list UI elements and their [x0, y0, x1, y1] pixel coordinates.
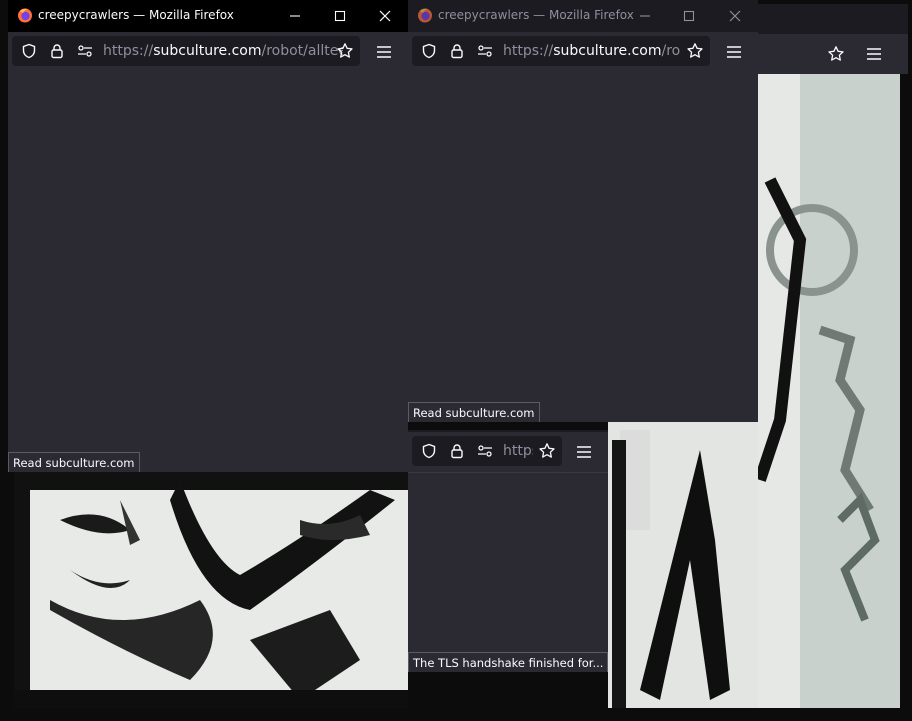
maximize-button[interactable]	[666, 0, 712, 32]
main-window-navbar: https://subculture.com/robot/allteens	[8, 32, 408, 73]
shield-icon[interactable]	[419, 441, 439, 461]
status-panel: Read subculture.com	[408, 402, 540, 422]
url-prefix: https://	[503, 43, 554, 59]
url-host: subculture.com	[153, 43, 262, 59]
firefox-logo-icon	[18, 8, 32, 23]
url-text[interactable]: https://subculture.com/robot/	[503, 43, 681, 59]
minimize-button[interactable]	[272, 0, 318, 32]
lock-icon[interactable]	[47, 41, 67, 61]
close-icon	[379, 10, 391, 22]
url-bar[interactable]: https:	[412, 436, 562, 466]
main-window-content[interactable]	[8, 72, 408, 472]
close-button[interactable]	[712, 0, 758, 32]
second-window-content[interactable]	[408, 72, 758, 422]
url-bar[interactable]: https://subculture.com/robot/	[412, 36, 710, 66]
shield-icon[interactable]	[19, 41, 39, 61]
window-title: creepycrawlers — Mozilla Firefox	[438, 8, 634, 22]
third-window-navbar: https:	[408, 432, 608, 473]
background-browser-window	[758, 4, 908, 74]
maximize-icon	[334, 10, 346, 22]
second-window-navbar: https://subculture.com/robot/	[408, 32, 758, 73]
maximize-button[interactable]	[317, 0, 363, 32]
lock-icon[interactable]	[447, 441, 467, 461]
bookmark-star-icon[interactable]	[685, 41, 705, 61]
bookmark-star-icon[interactable]	[335, 41, 355, 61]
second-browser-window: creepycrawlers — Mozilla Firefox https:/…	[408, 0, 758, 422]
url-path: /robot/allteens	[261, 43, 343, 59]
url-bar[interactable]: https://subculture.com/robot/allteens	[12, 36, 360, 66]
url-host: subculture.com	[553, 43, 662, 59]
hamburger-menu-icon[interactable]	[574, 442, 594, 462]
close-icon	[729, 10, 741, 22]
main-browser-window: creepycrawlers — Mozilla Firefox https:/…	[8, 0, 408, 472]
bookmark-star-icon[interactable]	[537, 441, 557, 461]
url-prefix: https:	[503, 443, 533, 459]
hamburger-menu-icon[interactable]	[374, 42, 394, 62]
status-panel: The TLS handshake finished for...	[408, 652, 608, 672]
url-text[interactable]: https:	[503, 443, 533, 459]
hamburger-menu-icon[interactable]	[864, 44, 884, 64]
main-window-titlebar[interactable]: creepycrawlers — Mozilla Firefox	[8, 0, 408, 32]
url-prefix: https://	[103, 43, 154, 59]
third-browser-window: https: The TLS handshake finished for...	[408, 430, 608, 672]
window-title: creepycrawlers — Mozilla Firefox	[38, 8, 234, 22]
permissions-icon[interactable]	[475, 41, 495, 61]
hamburger-menu-icon[interactable]	[724, 42, 744, 62]
close-button[interactable]	[362, 0, 408, 32]
url-path: /robot/	[661, 43, 681, 59]
bookmark-star-icon[interactable]	[826, 44, 846, 64]
minimize-icon	[290, 15, 300, 17]
url-text[interactable]: https://subculture.com/robot/allteens	[103, 43, 343, 59]
maximize-icon	[683, 10, 695, 22]
permissions-icon[interactable]	[475, 441, 495, 461]
third-window-content[interactable]	[408, 473, 608, 672]
lock-icon[interactable]	[447, 41, 467, 61]
minimize-icon	[640, 15, 650, 17]
minimize-button[interactable]	[622, 0, 668, 32]
background-window-navbar	[758, 34, 908, 74]
firefox-logo-icon	[418, 8, 432, 23]
permissions-icon[interactable]	[75, 41, 95, 61]
status-panel: Read subculture.com	[8, 452, 140, 472]
second-window-titlebar[interactable]: creepycrawlers — Mozilla Firefox	[408, 0, 758, 32]
shield-icon[interactable]	[419, 41, 439, 61]
